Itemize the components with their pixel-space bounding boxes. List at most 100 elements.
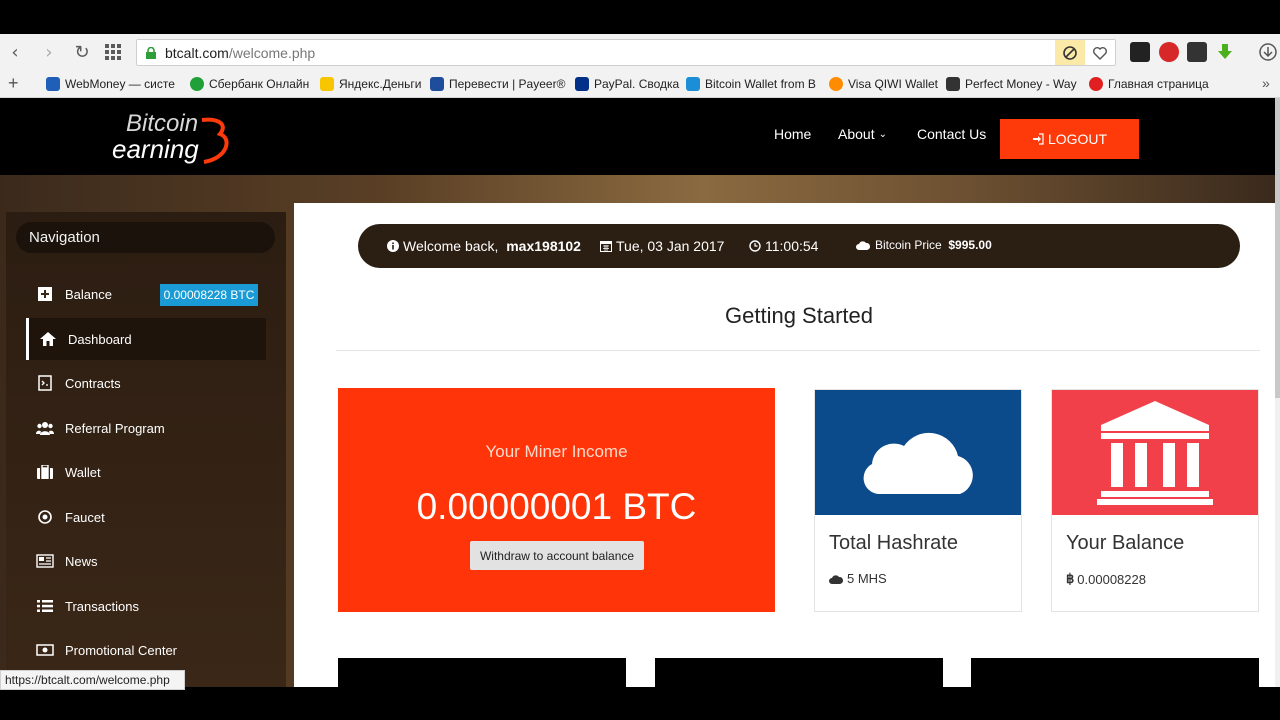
logout-button[interactable]: LOGOUT [1000,119,1139,159]
dark-tile [971,658,1259,688]
window-titlebar [0,0,1280,34]
income-value: 0.00000001 BTC [416,486,697,527]
list-icon [36,597,54,615]
sidebar-item-wallet[interactable]: Wallet [26,451,266,493]
bookmark-item[interactable]: Главная страница [1089,77,1209,91]
yandex-money-icon [320,77,334,91]
nav-contact-link[interactable]: Contact Us [917,126,986,142]
bookmark-item[interactable]: Bitcoin Wallet from B [686,77,816,91]
add-bookmark-icon[interactable]: + [8,73,19,94]
sidebar-title: Navigation [16,222,275,253]
screen: ‹ › ↻ btcalt.com/welcome.php + WebMoney … [0,0,1280,720]
bitcoin-price: Bitcoin Price $995.00 [856,238,992,252]
time-display: 11:00:54 [749,238,818,254]
hashrate-value: 5 MHS [829,571,887,586]
nav-about-link[interactable]: About ⌄ [838,126,887,142]
nav-home-link[interactable]: Home [774,126,811,142]
scrollbar-thumb[interactable] [1275,98,1280,398]
sidebar-item-transactions[interactable]: Transactions [26,585,266,627]
plus-square-icon [36,285,54,303]
address-bar[interactable]: btcalt.com/welcome.php [136,39,1116,66]
site-logo[interactable]: Bitcoin earning [110,108,235,168]
back-icon[interactable]: ‹ [4,41,26,63]
newspaper-icon [36,552,54,570]
contract-icon [36,374,54,392]
sberbank-icon [190,77,204,91]
dark-tile [338,658,626,688]
block-icon[interactable] [1055,40,1085,65]
bookmark-item[interactable]: Visa QIWI Wallet [829,77,938,91]
home-page-icon [1089,77,1103,91]
url-path: /welcome.php [228,44,316,61]
bank-icon [1097,400,1213,505]
balance-title: Your Balance [1066,532,1185,554]
sidebar-item-referral[interactable]: Referral Program [26,407,266,449]
bookmark-item[interactable]: Яндекс.Деньги [320,77,421,91]
hashrate-card: Total Hashrate 5 MHS [814,389,1022,612]
reload-icon[interactable]: ↻ [71,41,93,63]
bookmarks-bar: + WebMoney — систе Сбербанк Онлайн Яндек… [0,71,1280,98]
date-display: Tue, 03 Jan 2017 [600,238,724,254]
status-url: https://btcalt.com/welcome.php [0,670,185,690]
sidebar-item-dashboard[interactable]: Dashboard [26,318,266,360]
bookmarks-overflow-icon[interactable]: » [1262,75,1270,91]
bookmark-item[interactable]: Сбербанк Онлайн [190,77,309,91]
qiwi-icon [829,77,843,91]
home-icon [39,330,57,348]
page-scrollbar[interactable] [1275,98,1280,687]
site-header: Bitcoin earning Home About ⌄ Contact Us L… [0,98,1275,175]
extension-adblock-icon[interactable] [1159,42,1179,62]
sidebar-item-promotional[interactable]: Promotional Center [26,629,266,671]
welcome-infobar: Welcome back, max198102 Tue, 03 Jan 2017… [358,224,1240,268]
info-circle-icon [387,240,399,252]
cloud-large-icon [863,432,973,494]
clock-icon [749,240,761,252]
cloud-icon [829,574,843,584]
forward-icon[interactable]: › [38,41,60,63]
lock-icon [146,46,156,59]
users-icon [36,419,54,437]
downloads-icon[interactable] [1258,42,1278,62]
divider [336,350,1260,351]
bookmark-item[interactable]: Перевести | Payeer® [430,77,565,91]
paypal-icon [575,77,589,91]
sidebar-item-contracts[interactable]: Contracts [26,362,266,404]
bookmark-item[interactable]: Perfect Money - Way [946,77,1077,91]
cloud-icon [856,241,870,250]
sidebar: Navigation Balance 0.00008228 BTC Dashbo… [6,212,286,687]
balance-card: Your Balance ฿ 0.00008228 [1051,389,1259,612]
url-host: btcalt.com [165,44,229,61]
logo-swoosh-icon [201,117,229,164]
blockchain-icon [686,77,700,91]
balance-card-header [1052,390,1258,515]
bookmark-item[interactable]: PayPal. Сводка [575,77,679,91]
bookmark-item[interactable]: WebMoney — систе [46,77,175,91]
hashrate-title: Total Hashrate [829,532,958,554]
income-label: Your Miner Income [485,442,628,461]
download-arrow-icon[interactable] [1215,42,1235,62]
welcome-text: Welcome back, max198102 [387,238,581,254]
browser-toolbar: ‹ › ↻ btcalt.com/welcome.php [0,34,1280,71]
sign-in-icon [1032,133,1044,145]
dark-tile [655,658,943,688]
hashrate-card-header [815,390,1021,515]
bitcoin-icon: ฿ [1066,571,1075,586]
bookmark-heart-icon[interactable] [1085,40,1115,65]
document-icon [946,77,960,91]
extension-shield-icon[interactable] [1187,42,1207,62]
sidebar-item-news[interactable]: News [26,540,266,582]
balance-badge: 0.00008228 BTC [160,284,258,306]
miner-income-card: Your Miner Income 0.00000001 BTC Withdra… [338,388,775,612]
chevron-down-icon: ⌄ [878,128,887,140]
bitcoin-price-value: $995.00 [948,238,992,252]
webmoney-icon [46,77,60,91]
withdraw-button[interactable]: Withdraw to account balance [470,541,644,570]
sidebar-item-faucet[interactable]: Faucet [26,496,266,538]
extension-pin-icon[interactable] [1130,42,1150,62]
suitcase-icon [36,463,54,481]
balance-value: ฿ 0.00008228 [1066,571,1146,587]
calendar-icon [600,241,612,252]
main-content: Welcome back, max198102 Tue, 03 Jan 2017… [294,203,1275,688]
apps-grid-icon[interactable] [104,43,122,61]
target-icon [36,508,54,526]
